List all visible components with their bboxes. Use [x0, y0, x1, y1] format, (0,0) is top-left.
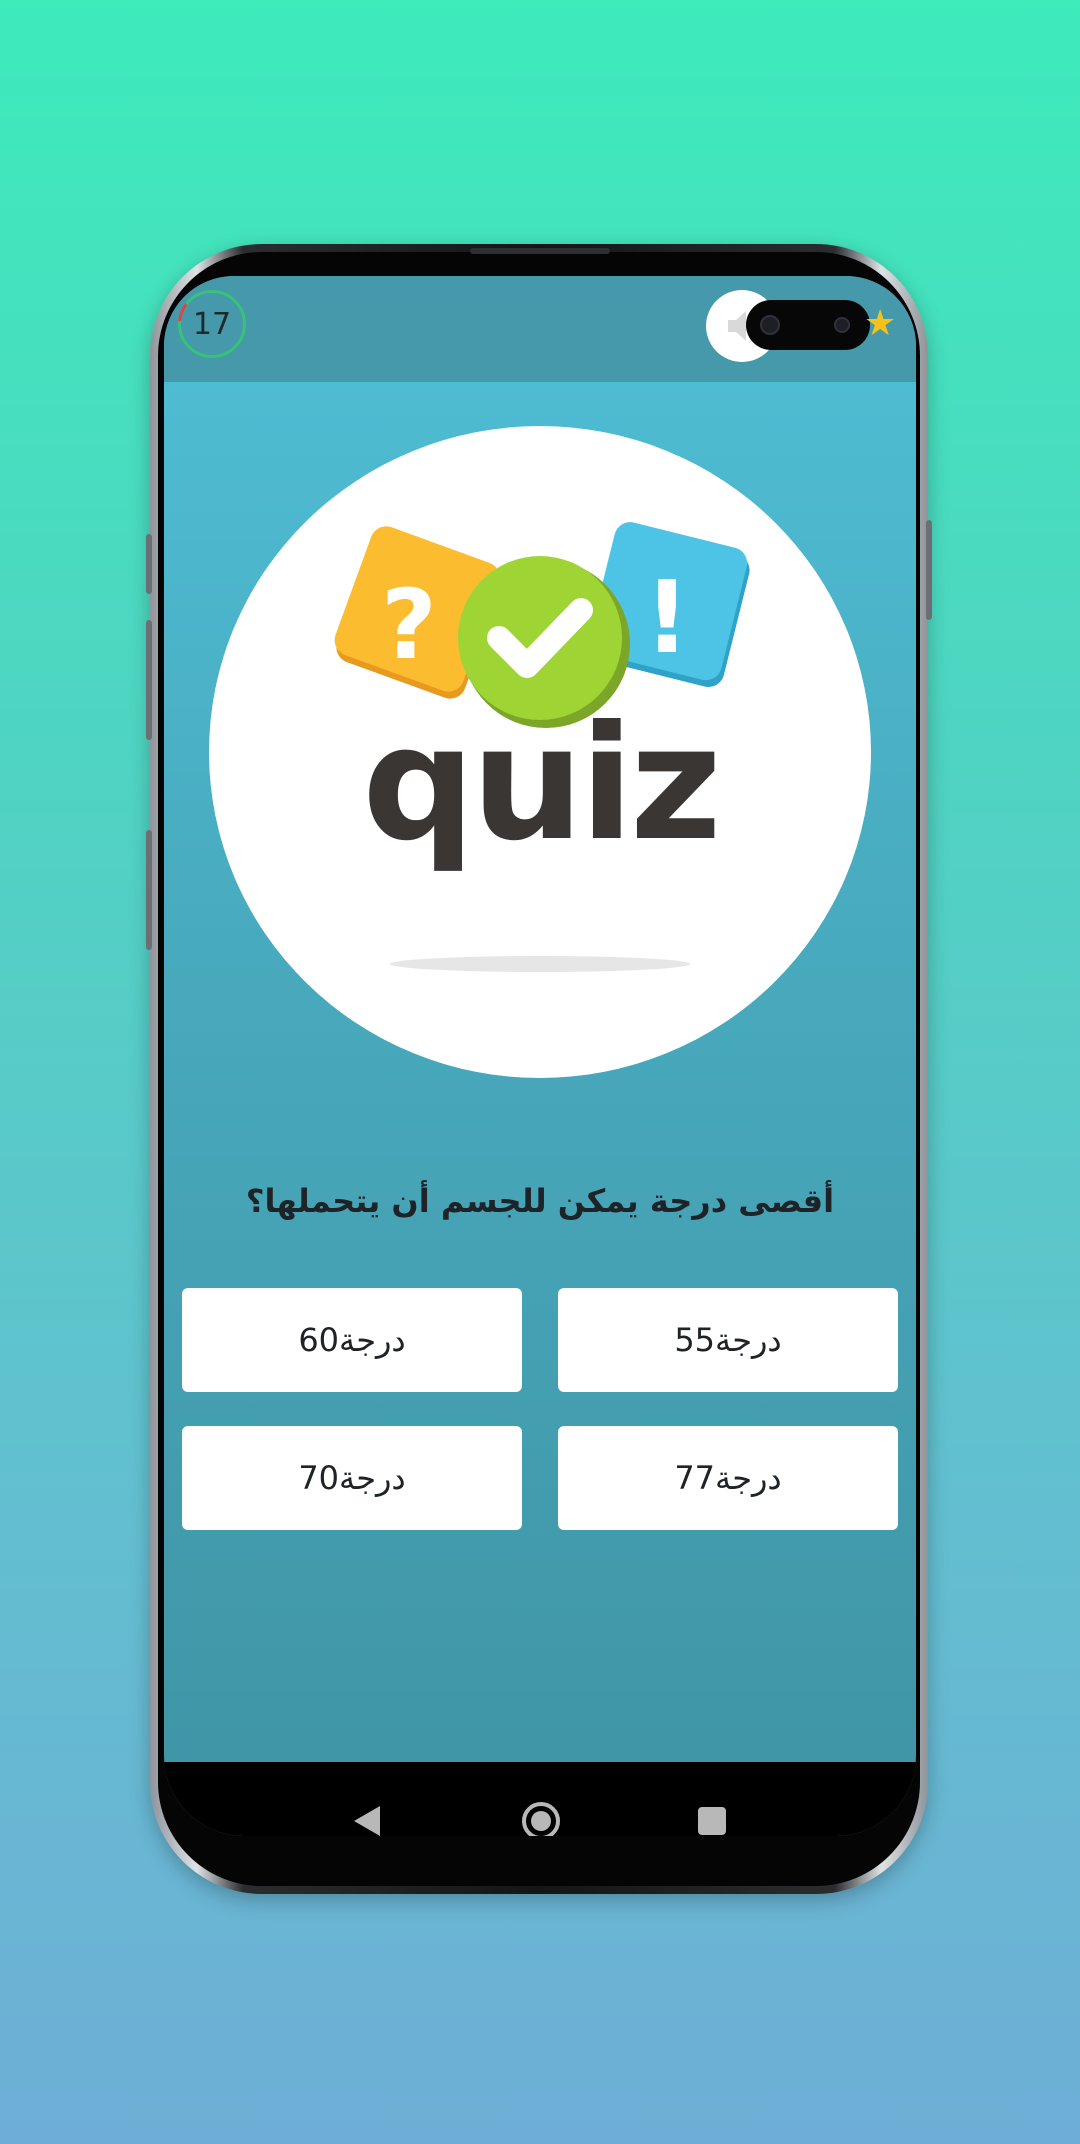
- answer-option[interactable]: درجة55: [558, 1288, 898, 1392]
- recent-apps-icon[interactable]: [698, 1807, 726, 1835]
- answer-option[interactable]: درجة60: [182, 1288, 522, 1392]
- quiz-logo-circle: ? ! quiz: [209, 426, 871, 1078]
- camera-lens: [834, 317, 850, 333]
- home-icon-dot: [531, 1811, 551, 1831]
- timer-value: 17: [192, 306, 232, 342]
- logo-question-mark: ?: [381, 569, 437, 681]
- phone-volume-button: [146, 830, 152, 950]
- logo-word: quiz: [362, 692, 718, 876]
- earpiece-speaker: [470, 248, 610, 254]
- question-text: أقصى درجة يمكن للجسم أن يتحملها؟: [245, 1182, 835, 1220]
- answer-option[interactable]: درجة77: [558, 1426, 898, 1530]
- logo-exclamation: !: [644, 559, 690, 676]
- camera-lens: [760, 315, 780, 335]
- answer-option[interactable]: درجة70: [182, 1426, 522, 1530]
- phone-side-button: [146, 534, 152, 594]
- star-icon[interactable]: ★: [864, 306, 896, 342]
- camera-cutout: [746, 300, 870, 350]
- phone-volume-button: [146, 620, 152, 740]
- phone-power-button: [926, 520, 932, 620]
- quiz-logo: ? ! quiz: [334, 522, 750, 972]
- app-screen: 17 ★ ? ! quiz أقصى درجة يمكن للجسم أن يت…: [164, 276, 916, 1836]
- back-icon[interactable]: [354, 1806, 380, 1836]
- top-bar: 17 ★: [164, 276, 916, 382]
